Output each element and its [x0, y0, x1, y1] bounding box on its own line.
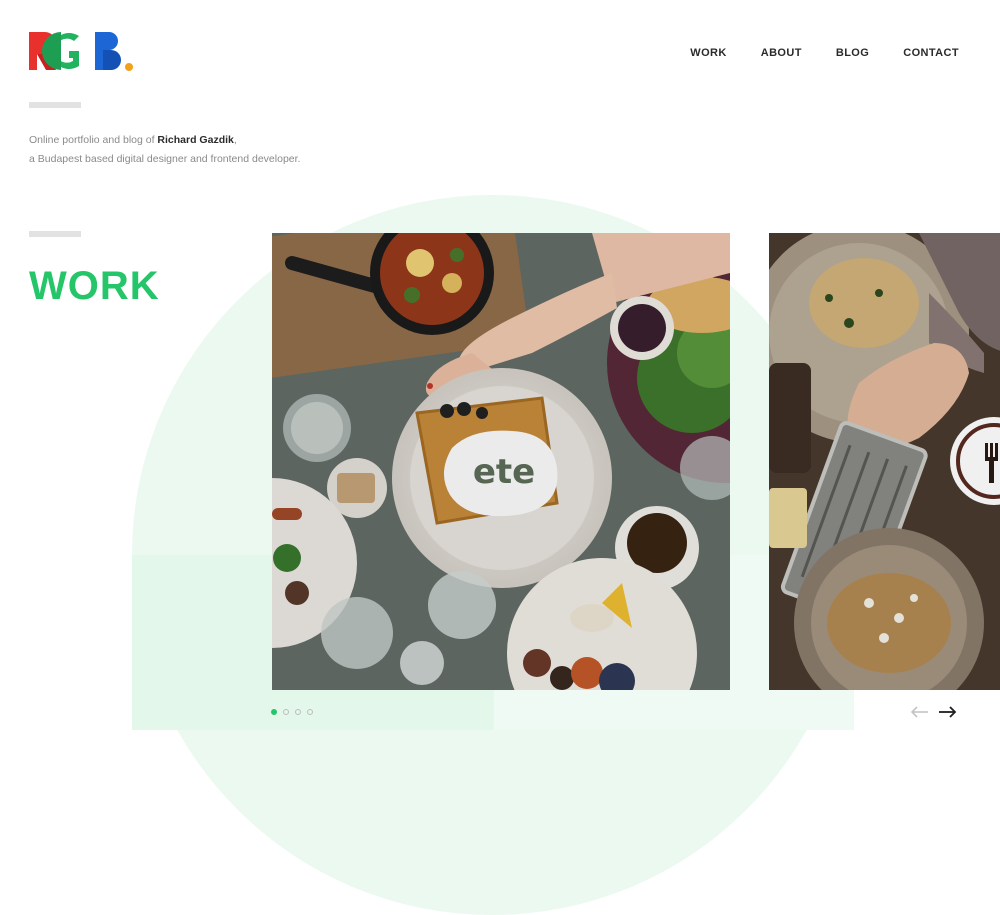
nav-about[interactable]: ABOUT: [761, 46, 802, 60]
arrow-left-icon: [910, 706, 928, 718]
main-nav: WORK ABOUT BLOG CONTACT: [656, 46, 959, 60]
slider-dot-2[interactable]: [283, 709, 289, 715]
intro-suffix: ,: [233, 134, 237, 146]
slider-dot-4[interactable]: [307, 709, 313, 715]
nav-work[interactable]: WORK: [690, 46, 726, 60]
intro-line-2: a Budapest based digital designer and fr…: [29, 153, 301, 165]
slider-dot-3[interactable]: [295, 709, 301, 715]
author-name: Richard Gazdik: [157, 134, 234, 146]
work-divider: [29, 231, 81, 237]
section-title: WORK: [29, 264, 160, 308]
next-button[interactable]: [936, 703, 958, 721]
nav-blog[interactable]: BLOG: [836, 46, 869, 60]
food-photo-illustration: ete: [272, 233, 730, 690]
project-card-ete[interactable]: ete: [272, 233, 730, 690]
rgb-logo-icon: [29, 32, 133, 71]
intro-line-1: Online portfolio and blog of Richard Gaz…: [29, 131, 300, 150]
site-logo[interactable]: [29, 32, 139, 74]
nav-contact[interactable]: CONTACT: [903, 46, 959, 60]
intro-divider: [29, 102, 81, 108]
intro-prefix: Online portfolio and blog of: [29, 134, 158, 146]
pasta-photo-illustration: [769, 233, 1000, 690]
slider-dot-1[interactable]: [271, 709, 277, 715]
slider-dots: [271, 709, 313, 715]
intro-text: Online portfolio and blog of Richard Gaz…: [29, 131, 300, 169]
prev-button[interactable]: [909, 703, 931, 721]
project-card-fork[interactable]: [769, 233, 1000, 690]
arrow-right-icon: [939, 706, 957, 718]
